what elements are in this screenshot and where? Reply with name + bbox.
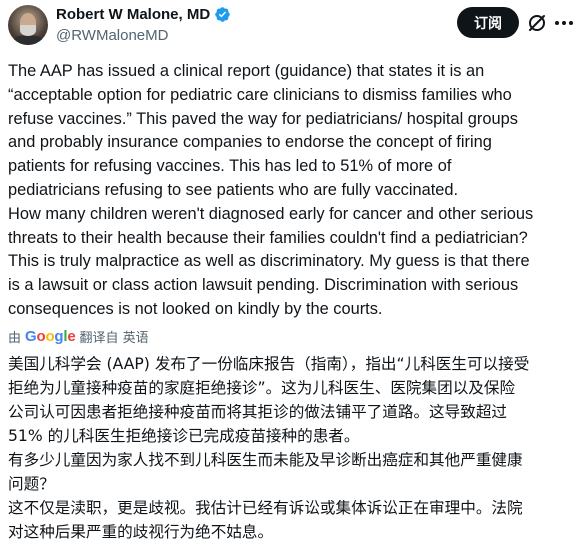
- translated-text: 美国儿科学会 (AAP) 发布了一份临床报告（指南），指出“儿科医生可以接受 拒…: [8, 355, 530, 541]
- subscribe-button[interactable]: 订阅: [457, 7, 519, 38]
- avatar[interactable]: [8, 5, 48, 45]
- translation-attribution: 由 Google 翻译自 英语: [8, 327, 149, 346]
- translated-from-label: 翻译自 英语: [79, 331, 149, 346]
- translated-by-label: 由: [8, 331, 22, 346]
- avatar-beard: [20, 25, 36, 36]
- more-options-icon[interactable]: [553, 13, 575, 33]
- author-display-name[interactable]: Robert W Malone, MD: [56, 6, 210, 23]
- author-name-row[interactable]: Robert W Malone, MD: [56, 6, 231, 23]
- google-logo: Google: [25, 328, 76, 345]
- avatar-suit: [12, 35, 44, 45]
- verified-badge-icon: [214, 6, 231, 23]
- tweet-text: The AAP has issued a clinical report (gu…: [8, 62, 534, 318]
- tweet-header: Robert W Malone, MD @RWMaloneMD 订阅: [0, 0, 586, 52]
- grok-icon[interactable]: [527, 13, 547, 33]
- author-handle[interactable]: @RWMaloneMD: [56, 27, 168, 44]
